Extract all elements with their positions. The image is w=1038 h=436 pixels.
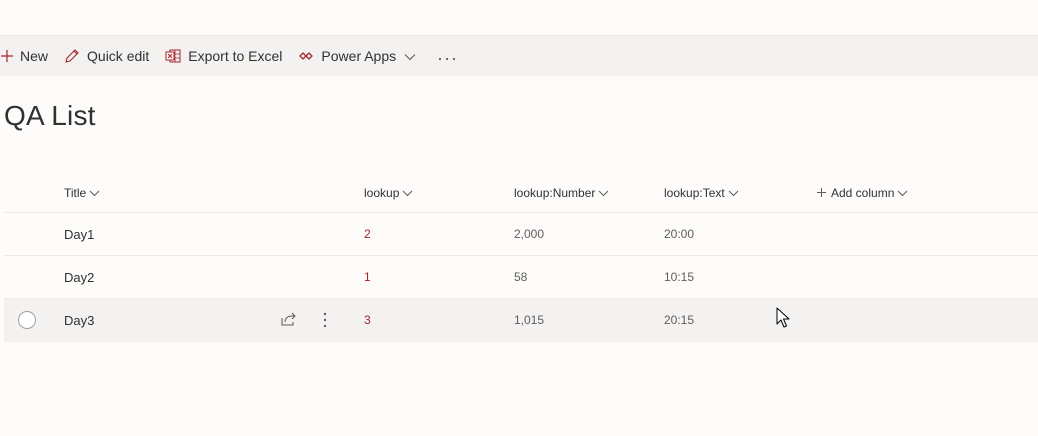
row-title[interactable]: Day1 [64,213,94,255]
row-select-checkbox[interactable] [18,311,36,329]
table-row[interactable]: Day3 3 1,015 20:15 [4,299,1038,342]
new-button[interactable]: New [0,36,48,76]
quick-edit-label: Quick edit [87,48,150,64]
column-header-lookup-number[interactable]: lookup:Number [514,174,609,212]
power-apps-icon [298,50,314,62]
chevron-down-icon [399,186,413,200]
chevron-down-icon [404,48,416,64]
power-apps-button[interactable]: Power Apps [298,36,416,76]
more-vertical-icon[interactable] [322,311,328,334]
row-lookup-text: 20:00 [664,227,695,241]
more-button[interactable] [438,36,456,76]
row-lookup[interactable]: 2 [364,213,371,255]
new-label: New [20,48,49,64]
row-lookup-number: 2,000 [514,227,545,241]
power-apps-label: Power Apps [321,48,397,64]
row-title[interactable]: Day2 [64,256,94,298]
column-lookup-number-label: lookup:Number [514,186,596,200]
share-icon[interactable] [280,311,297,332]
column-lookup-label: lookup [364,186,400,200]
table-row[interactable]: Day2 1 58 10:15 [4,256,1038,299]
pencil-icon [63,48,81,64]
column-title-label: Title [64,186,87,200]
column-header-lookup[interactable]: lookup [364,174,413,212]
export-label: Export to Excel [188,48,283,64]
chevron-down-icon [894,186,908,200]
mouse-cursor-icon [776,307,790,334]
row-lookup[interactable]: 1 [364,256,371,298]
row-lookup[interactable]: 3 [364,299,371,341]
column-header-title[interactable]: Title [64,174,100,212]
plus-icon [0,50,14,62]
table-row[interactable]: Day1 2 2,000 20:00 [4,213,1038,256]
row-title[interactable]: Day3 [64,299,94,341]
chevron-down-icon [595,186,609,200]
column-header-lookup-text[interactable]: lookup:Text [664,174,739,212]
add-column-label: Add column [831,186,895,200]
plus-icon [814,186,826,200]
add-column-button[interactable]: Add column [814,174,908,212]
row-lookup-text: 10:15 [664,270,695,284]
excel-icon [164,48,182,64]
row-lookup-number: 58 [514,270,528,284]
page-title: QA List [4,100,96,131]
chevron-down-icon [725,186,739,200]
column-header-row: Title lookup lookup:Number lookup:Text A… [4,174,1038,213]
export-to-excel-button[interactable]: Export to Excel [164,36,282,76]
chevron-down-icon [86,186,100,200]
command-bar: New Quick edit Export to Excel Power App… [0,35,1038,76]
row-lookup-text: 20:15 [664,313,695,327]
quick-edit-button[interactable]: Quick edit [63,36,149,76]
list-grid: Title lookup lookup:Number lookup:Text A… [4,174,1038,342]
more-icon [438,48,456,64]
column-lookup-text-label: lookup:Text [664,186,725,200]
row-lookup-number: 1,015 [514,313,545,327]
